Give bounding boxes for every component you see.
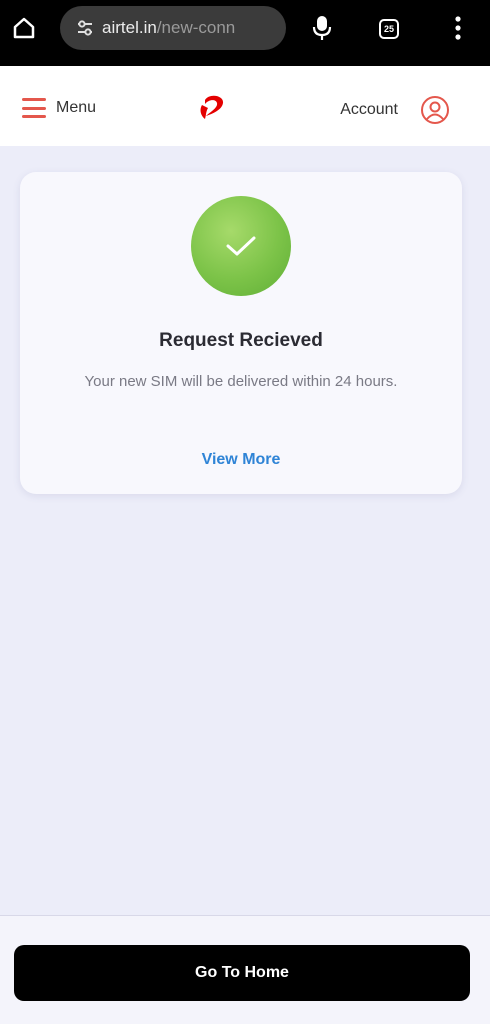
menu-button[interactable]: Menu — [22, 94, 96, 122]
site-header: Menu Account — [0, 66, 490, 146]
microphone-icon[interactable] — [306, 12, 338, 44]
tab-switcher-button[interactable]: 25 — [374, 14, 404, 44]
browser-toolbar: airtel.in/new-conn 25 — [0, 0, 490, 66]
account-button[interactable]: Account — [340, 94, 450, 126]
confirmation-title: Request Recieved — [159, 330, 323, 351]
confirmation-message: Your new SIM will be delivered within 24… — [84, 373, 398, 390]
success-check-icon — [191, 196, 291, 296]
hamburger-icon — [22, 98, 46, 118]
menu-label: Menu — [56, 99, 97, 116]
confirmation-card: Request Recieved Your new SIM will be de… — [20, 172, 462, 494]
user-avatar-icon — [420, 95, 450, 125]
address-bar[interactable]: airtel.in/new-conn — [60, 6, 286, 50]
more-options-icon[interactable] — [444, 12, 472, 44]
view-more-link[interactable]: View More — [20, 451, 462, 469]
url-host: airtel.in — [102, 18, 157, 37]
site-settings-icon[interactable] — [74, 17, 96, 39]
url-path: /new-conn — [156, 18, 236, 37]
account-label: Account — [340, 101, 398, 118]
airtel-logo[interactable] — [196, 94, 228, 122]
home-icon[interactable] — [8, 12, 40, 44]
go-to-home-button[interactable]: Go To Home — [14, 945, 470, 1001]
tab-count: 25 — [379, 19, 399, 39]
